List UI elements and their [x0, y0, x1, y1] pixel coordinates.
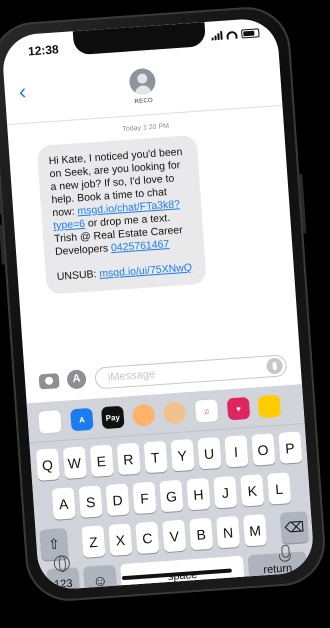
- screen: 12:38 ‹ RECO Today 1:20 PM Hi Kate, I no…: [0, 17, 316, 591]
- key-r[interactable]: R: [116, 442, 141, 476]
- key-n[interactable]: N: [216, 515, 241, 549]
- unsub-label: UNSUB:: [56, 268, 100, 283]
- message-input-wrapper[interactable]: [94, 354, 288, 390]
- unsub-link[interactable]: msgd.io/ui/75XNwQ: [99, 262, 192, 280]
- animoji-icon[interactable]: [162, 401, 187, 425]
- camera-icon[interactable]: [38, 373, 60, 390]
- key-l[interactable]: L: [267, 472, 292, 505]
- key-d[interactable]: D: [105, 483, 130, 517]
- contact-avatar[interactable]: [128, 67, 157, 96]
- memoji-icon[interactable]: [131, 403, 156, 428]
- status-time: 12:38: [27, 42, 60, 59]
- more-apps-icon[interactable]: [257, 394, 282, 419]
- key-k[interactable]: K: [240, 474, 265, 507]
- canvas: 12:38 ‹ RECO Today 1:20 PM Hi Kate, I no…: [0, 0, 330, 628]
- key-y[interactable]: Y: [170, 438, 195, 472]
- key-z[interactable]: Z: [81, 525, 106, 558]
- app-store-icon[interactable]: A: [66, 369, 87, 390]
- status-icons: [211, 28, 260, 41]
- hearts-icon[interactable]: ♥: [226, 396, 251, 421]
- signal-icon: [211, 30, 223, 41]
- battery-icon: [241, 28, 260, 39]
- keyboard-keys: QWERTYUIOP ASDFGHJKL ⇧ ZXCVBNM ⌫ 123 ☺ s…: [29, 424, 315, 591]
- key-p[interactable]: P: [277, 431, 302, 464]
- key-h[interactable]: H: [186, 477, 211, 511]
- delete-key[interactable]: ⌫: [279, 511, 309, 544]
- keyboard: A Pay ♫ ♥ QWERTYUIOP ASDFGHJKL ⇧ ZXCVBNM: [26, 384, 316, 591]
- phone-link[interactable]: 0425761467: [111, 238, 170, 254]
- key-f[interactable]: F: [132, 481, 157, 515]
- audio-message-icon[interactable]: [266, 357, 284, 375]
- app-photos-icon[interactable]: [37, 409, 63, 435]
- key-a[interactable]: A: [51, 487, 76, 520]
- key-t[interactable]: T: [143, 440, 168, 474]
- key-e[interactable]: E: [89, 444, 114, 478]
- app-store-drawer-icon[interactable]: A: [70, 407, 94, 432]
- apple-pay-icon[interactable]: Pay: [101, 405, 125, 430]
- music-icon[interactable]: ♫: [193, 398, 220, 424]
- key-i[interactable]: I: [223, 435, 249, 468]
- message-input[interactable]: [105, 360, 251, 385]
- key-j[interactable]: J: [213, 476, 238, 509]
- dictation-mic-icon[interactable]: [281, 544, 290, 558]
- key-b[interactable]: B: [189, 517, 214, 551]
- key-m[interactable]: M: [242, 514, 268, 547]
- key-c[interactable]: C: [135, 521, 160, 555]
- key-v[interactable]: V: [162, 519, 187, 553]
- key-q[interactable]: Q: [35, 448, 60, 481]
- key-x[interactable]: X: [108, 523, 133, 556]
- key-w[interactable]: W: [62, 446, 87, 479]
- incoming-message-bubble[interactable]: Hi Kate, I noticed you'd been on Seek, a…: [36, 134, 207, 295]
- unsubscribe-line: UNSUB: msgd.io/ui/75XNwQ: [56, 261, 195, 284]
- key-s[interactable]: S: [78, 485, 103, 518]
- key-g[interactable]: G: [159, 479, 184, 513]
- message-text: Hi Kate, I noticed you'd been on Seek, a…: [48, 146, 193, 259]
- key-o[interactable]: O: [250, 433, 275, 466]
- key-u[interactable]: U: [196, 437, 222, 470]
- letter-keys-row-3: ZXCVBNM: [81, 514, 268, 558]
- back-button[interactable]: ‹: [18, 79, 27, 105]
- iphone-device: 12:38 ‹ RECO Today 1:20 PM Hi Kate, I no…: [0, 4, 328, 604]
- wifi-icon: [226, 30, 238, 40]
